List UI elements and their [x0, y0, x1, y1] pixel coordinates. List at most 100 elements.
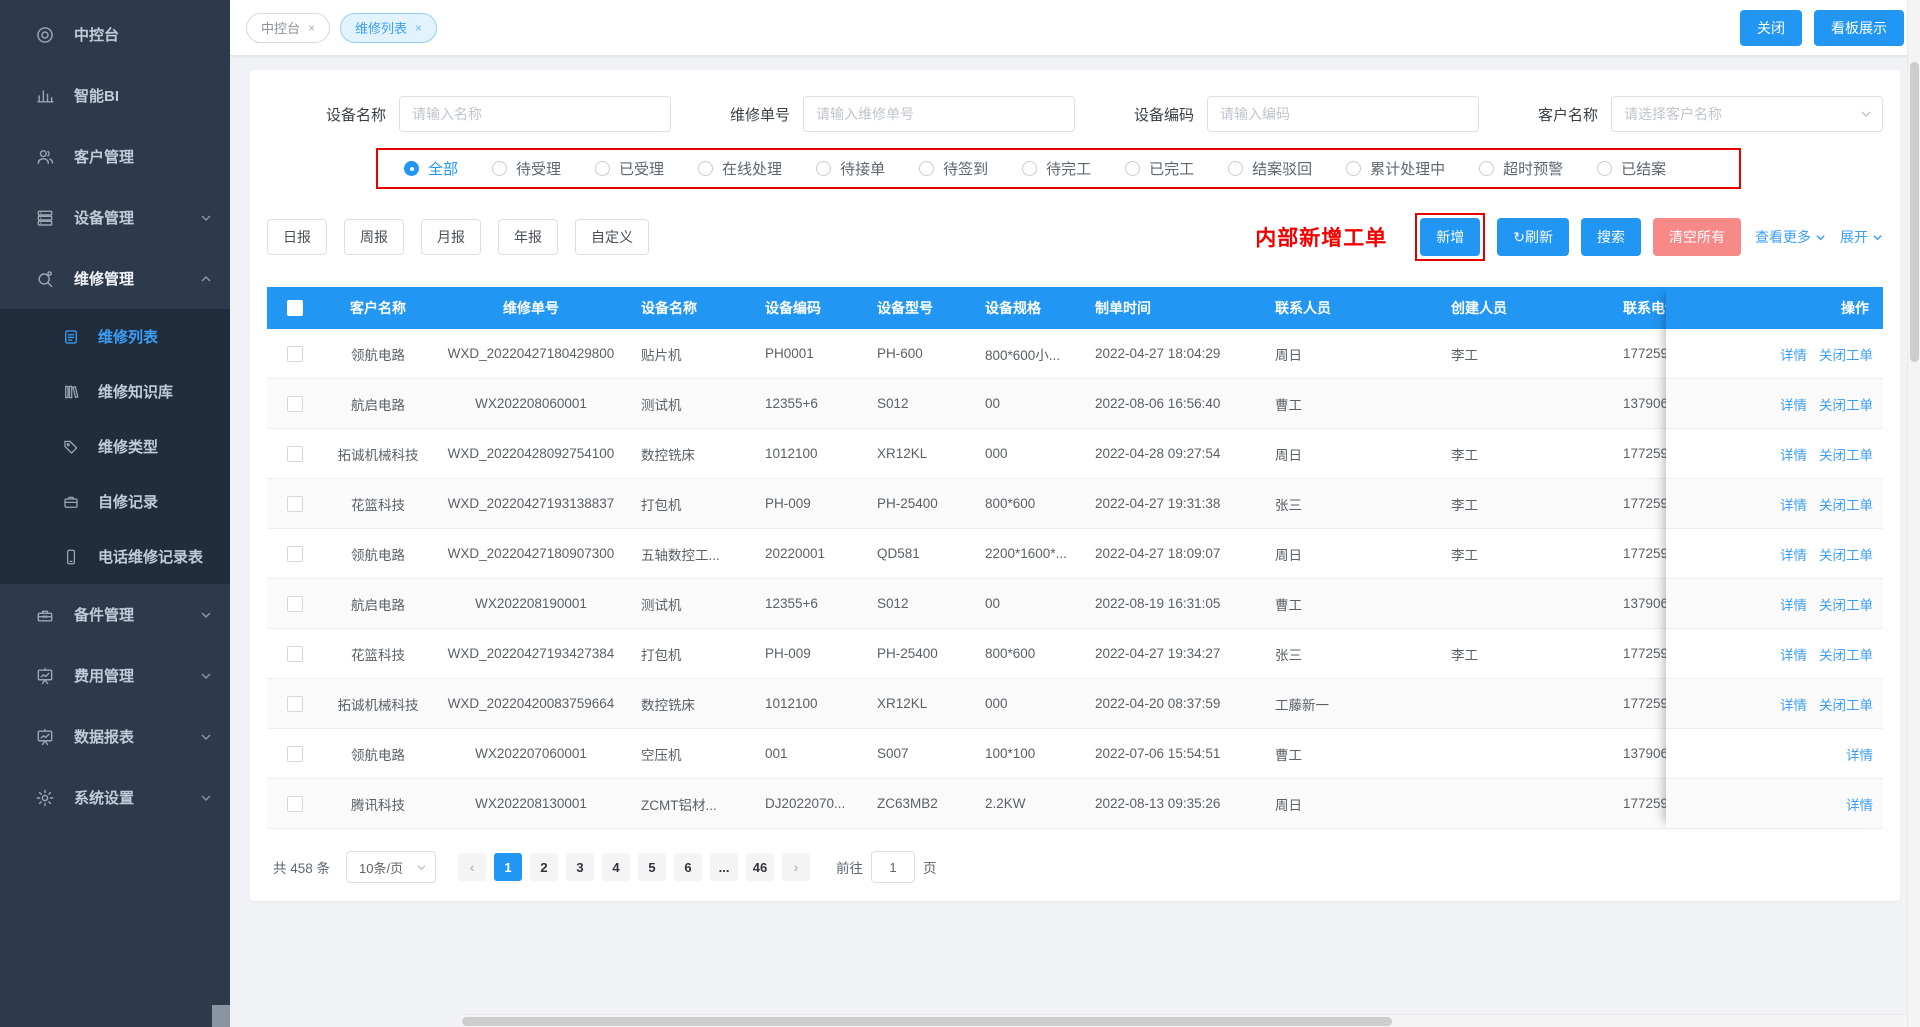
view-more-link[interactable]: 查看更多: [1755, 227, 1826, 247]
维修单号-input[interactable]: [803, 96, 1075, 132]
table-cell: 1012100: [753, 446, 865, 461]
status-radio-已完工[interactable]: 已完工: [1125, 158, 1194, 179]
sidebar-item-数据报表[interactable]: 数据报表: [0, 706, 230, 767]
row-checkbox[interactable]: [287, 446, 303, 462]
close-order-link[interactable]: 关闭工单: [1819, 394, 1873, 414]
客户名称-select[interactable]: 请选择客户名称: [1611, 96, 1883, 132]
page-button-1[interactable]: 1: [494, 853, 522, 881]
chevron-up-icon: [200, 273, 212, 285]
close-order-link[interactable]: 关闭工单: [1819, 594, 1873, 614]
sidebar-item-系统设置[interactable]: 系统设置: [0, 767, 230, 828]
close-order-link[interactable]: 关闭工单: [1819, 444, 1873, 464]
row-checkbox[interactable]: [287, 646, 303, 662]
detail-link[interactable]: 详情: [1780, 594, 1807, 614]
goto-page-input[interactable]: [871, 851, 915, 883]
report-tab-年报[interactable]: 年报: [498, 219, 558, 255]
refresh-button[interactable]: ↻刷新: [1497, 218, 1569, 256]
page-size-select[interactable]: 10条/页: [346, 851, 436, 883]
tab-close-icon[interactable]: ×: [308, 21, 315, 35]
radio-label: 待受理: [516, 158, 561, 179]
sidebar-item-费用管理[interactable]: 费用管理: [0, 645, 230, 706]
sidebar-item-label: 数据报表: [74, 726, 134, 747]
row-checkbox[interactable]: [287, 496, 303, 512]
设备名称-input[interactable]: [399, 96, 671, 132]
row-checkbox[interactable]: [287, 796, 303, 812]
tab-repair-list[interactable]: 维修列表 ×: [340, 13, 437, 43]
detail-link[interactable]: 详情: [1846, 744, 1873, 764]
sidebar-item-维修列表[interactable]: 维修列表: [0, 309, 230, 364]
pager-ellipsis[interactable]: ...: [710, 853, 738, 881]
row-checkbox[interactable]: [287, 546, 303, 562]
prev-page-button[interactable]: ‹: [458, 853, 486, 881]
report-tab-自定义[interactable]: 自定义: [575, 219, 649, 255]
clear-all-button[interactable]: 清空所有: [1653, 218, 1741, 256]
page-button-5[interactable]: 5: [638, 853, 666, 881]
devices-icon: [34, 207, 56, 229]
row-checkbox[interactable]: [287, 746, 303, 762]
sidebar-item-自修记录[interactable]: 自修记录: [0, 474, 230, 529]
detail-link[interactable]: 详情: [1780, 444, 1807, 464]
close-order-link[interactable]: 关闭工单: [1819, 644, 1873, 664]
report-tab-月报[interactable]: 月报: [421, 219, 481, 255]
detail-link[interactable]: 详情: [1780, 394, 1807, 414]
sidebar-item-维修类型[interactable]: 维修类型: [0, 419, 230, 474]
add-button[interactable]: 新增: [1420, 218, 1480, 256]
select-all-checkbox[interactable]: [287, 300, 303, 316]
search-button[interactable]: 搜索: [1581, 218, 1641, 256]
detail-link[interactable]: 详情: [1780, 344, 1807, 364]
report-tab-日报[interactable]: 日报: [267, 219, 327, 255]
status-radio-全部[interactable]: 全部: [404, 158, 458, 179]
status-radio-待签到[interactable]: 待签到: [919, 158, 988, 179]
table-cell: QD581: [865, 546, 973, 561]
board-display-button[interactable]: 看板展示: [1814, 10, 1904, 46]
status-radio-累计处理中[interactable]: 累计处理中: [1346, 158, 1445, 179]
sidebar-scroll-corner[interactable]: [212, 1005, 230, 1027]
row-checkbox[interactable]: [287, 696, 303, 712]
report-tab-周报[interactable]: 周报: [344, 219, 404, 255]
page-button-6[interactable]: 6: [674, 853, 702, 881]
page-button-46[interactable]: 46: [746, 853, 774, 881]
status-radio-已结案[interactable]: 已结案: [1597, 158, 1666, 179]
status-radio-超时预警[interactable]: 超时预警: [1479, 158, 1563, 179]
table-cell: 工藤新一: [1263, 694, 1439, 714]
close-order-link[interactable]: 关闭工单: [1819, 344, 1873, 364]
row-checkbox[interactable]: [287, 596, 303, 612]
status-radio-待受理[interactable]: 待受理: [492, 158, 561, 179]
page-button-2[interactable]: 2: [530, 853, 558, 881]
expand-link[interactable]: 展开: [1840, 227, 1883, 247]
page-button-4[interactable]: 4: [602, 853, 630, 881]
close-order-link[interactable]: 关闭工单: [1819, 494, 1873, 514]
horizontal-scrollbar[interactable]: [460, 1014, 1907, 1027]
status-radio-已受理[interactable]: 已受理: [595, 158, 664, 179]
detail-link[interactable]: 详情: [1780, 644, 1807, 664]
sidebar-item-设备管理[interactable]: 设备管理: [0, 187, 230, 248]
status-radio-待接单[interactable]: 待接单: [816, 158, 885, 179]
row-checkbox[interactable]: [287, 346, 303, 362]
radio-label: 待完工: [1046, 158, 1091, 179]
vertical-scrollbar[interactable]: [1907, 0, 1920, 1027]
page-button-3[interactable]: 3: [566, 853, 594, 881]
sidebar-item-维修知识库[interactable]: 维修知识库: [0, 364, 230, 419]
tab-close-icon[interactable]: ×: [415, 21, 422, 35]
status-radio-在线处理[interactable]: 在线处理: [698, 158, 782, 179]
close-order-link[interactable]: 关闭工单: [1819, 544, 1873, 564]
detail-link[interactable]: 详情: [1780, 494, 1807, 514]
sidebar-item-智能BI[interactable]: 智能BI: [0, 65, 230, 126]
next-page-button[interactable]: ›: [782, 853, 810, 881]
detail-link[interactable]: 详情: [1780, 544, 1807, 564]
detail-link[interactable]: 详情: [1780, 694, 1807, 714]
sidebar-item-维修管理[interactable]: 维修管理: [0, 248, 230, 309]
close-order-link[interactable]: 关闭工单: [1819, 694, 1873, 714]
设备编码-input[interactable]: [1207, 96, 1479, 132]
sidebar-item-备件管理[interactable]: 备件管理: [0, 584, 230, 645]
status-radio-待完工[interactable]: 待完工: [1022, 158, 1091, 179]
repair-table: 客户名称维修单号设备名称设备编码设备型号设备规格制单时间联系人员创建人员联系电话…: [267, 287, 1883, 829]
close-button[interactable]: 关闭: [1740, 10, 1802, 46]
status-radio-结案驳回[interactable]: 结案驳回: [1228, 158, 1312, 179]
row-checkbox[interactable]: [287, 396, 303, 412]
tab-console[interactable]: 中控台 ×: [246, 13, 330, 43]
sidebar-item-客户管理[interactable]: 客户管理: [0, 126, 230, 187]
sidebar-item-中控台[interactable]: 中控台: [0, 4, 230, 65]
detail-link[interactable]: 详情: [1846, 794, 1873, 814]
sidebar-item-电话维修记录表[interactable]: 电话维修记录表: [0, 529, 230, 584]
